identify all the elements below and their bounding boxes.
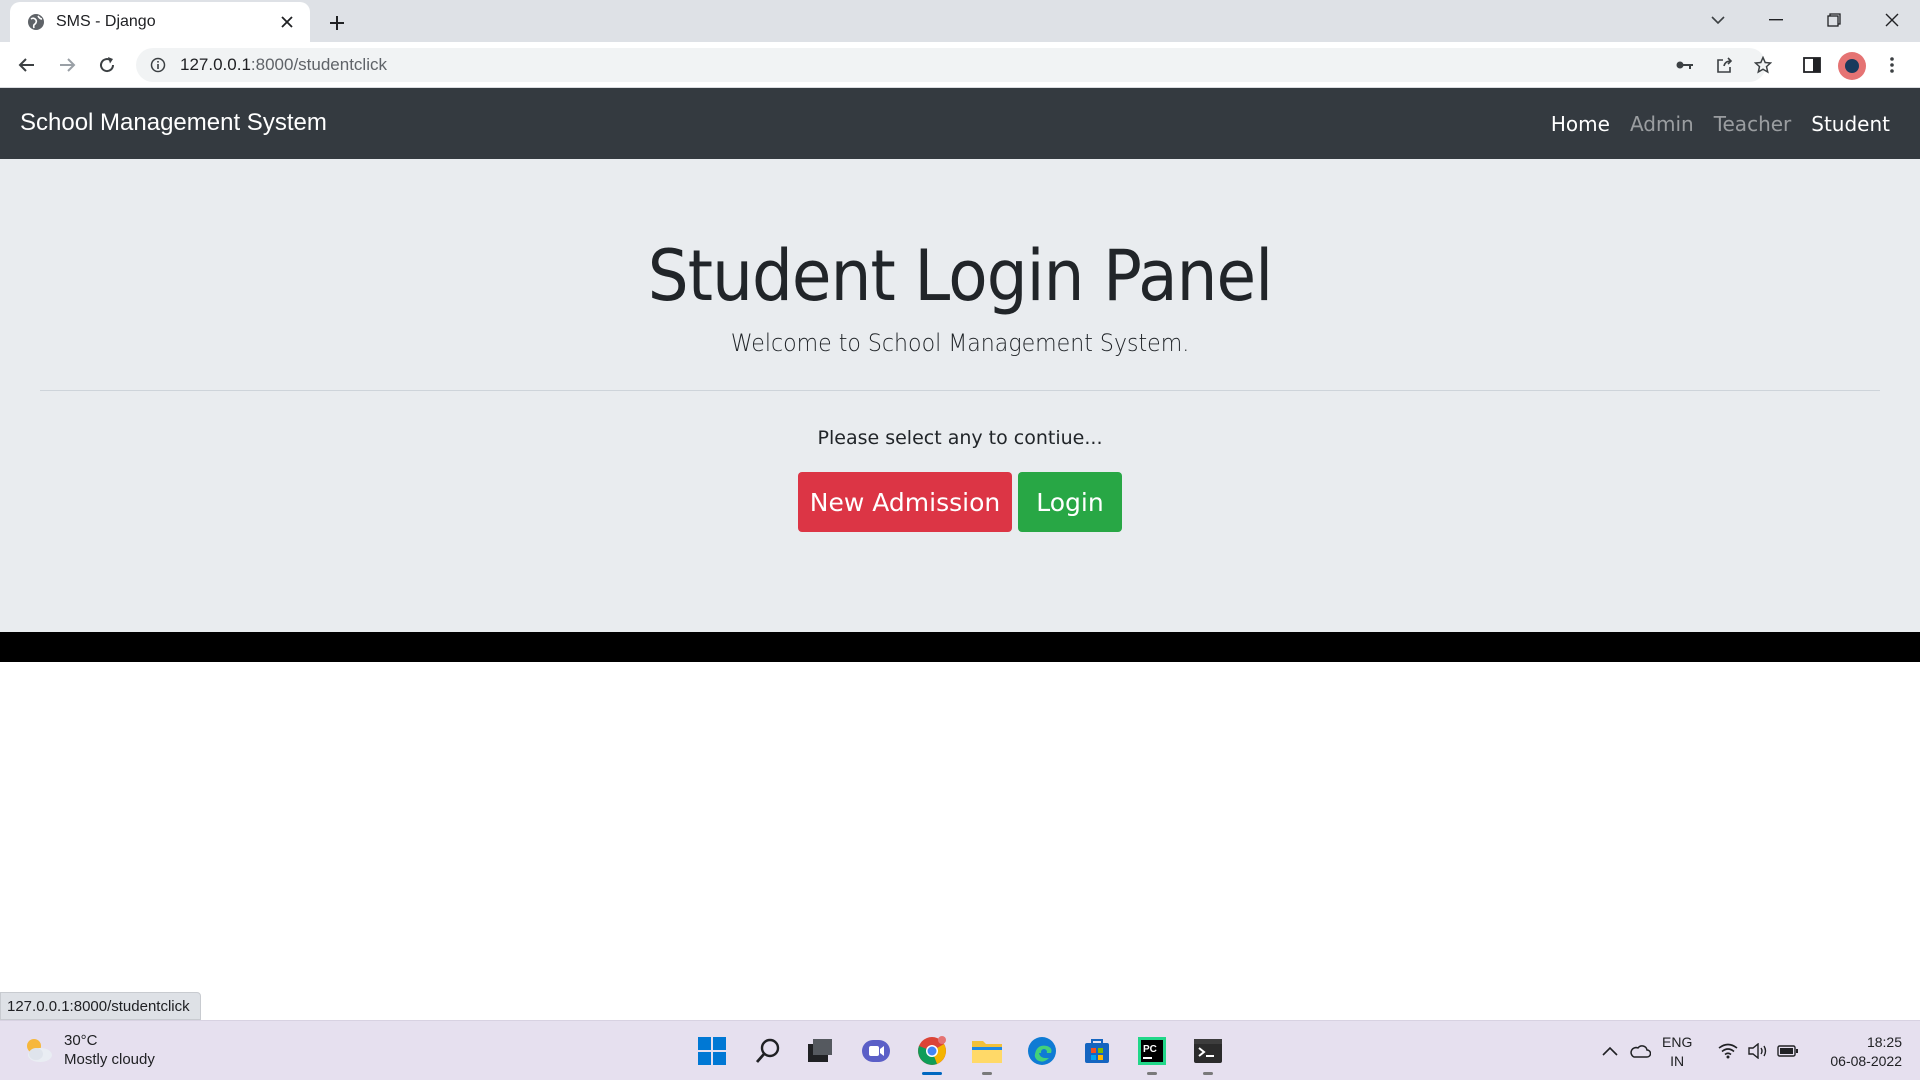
- jumbotron: Student Login Panel Welcome to School Ma…: [0, 159, 1920, 632]
- task-view-icon[interactable]: [800, 1031, 840, 1071]
- nav-link-admin[interactable]: Admin: [1630, 112, 1694, 136]
- new-admission-button[interactable]: New Admission: [798, 472, 1012, 532]
- chat-icon[interactable]: [856, 1031, 896, 1071]
- profile-avatar[interactable]: [1838, 52, 1866, 80]
- browser-tab[interactable]: SMS - Django: [10, 2, 310, 42]
- edge-icon[interactable]: [1022, 1031, 1062, 1071]
- weather-text: 30°C Mostly cloudy: [64, 1031, 155, 1069]
- reload-icon[interactable]: [91, 49, 123, 81]
- status-bubble-url: 127.0.0.1:8000/studentclick: [0, 992, 201, 1020]
- region-code: IN: [1670, 1053, 1685, 1069]
- pycharm-icon[interactable]: PC: [1132, 1031, 1172, 1075]
- partly-cloudy-icon: [27, 1039, 52, 1062]
- bookmark-star-icon[interactable]: [1746, 48, 1780, 82]
- weather-temp: 30°C: [64, 1032, 98, 1049]
- taskbar: 30°C Mostly cloudy PC ENG IN 18:25 06-08…: [0, 1020, 1920, 1080]
- nav-link-home[interactable]: Home: [1551, 112, 1610, 136]
- restore-icon[interactable]: [1806, 0, 1862, 40]
- page-title: Student Login Panel: [647, 235, 1273, 317]
- battery-icon[interactable]: [1776, 1031, 1800, 1071]
- navbar-links: Home Admin Teacher Student: [1551, 112, 1890, 136]
- navbar-brand[interactable]: School Management System: [20, 109, 327, 137]
- menu-kebab-icon[interactable]: [1876, 49, 1908, 81]
- chevron-up-icon[interactable]: [1598, 1031, 1622, 1071]
- system-clock[interactable]: 18:25 06-08-2022: [1812, 1033, 1902, 1071]
- close-window-icon[interactable]: [1864, 0, 1920, 40]
- info-icon[interactable]: [150, 57, 166, 73]
- active-indicator: [922, 1072, 942, 1075]
- share-icon[interactable]: [1708, 48, 1742, 82]
- file-explorer-icon[interactable]: [967, 1031, 1007, 1075]
- footer-bar: [0, 632, 1920, 662]
- onedrive-cloud-icon[interactable]: [1628, 1031, 1652, 1071]
- tab-search-icon[interactable]: [1690, 0, 1746, 40]
- chrome-icon[interactable]: [912, 1031, 952, 1075]
- close-tab-icon[interactable]: [276, 11, 298, 33]
- nav-link-teacher[interactable]: Teacher: [1714, 112, 1792, 136]
- minimize-icon[interactable]: [1748, 0, 1804, 40]
- select-prompt: Please select any to contiue...: [817, 427, 1103, 449]
- back-icon[interactable]: [11, 49, 43, 81]
- divider: [40, 390, 1880, 391]
- clock-date: 06-08-2022: [1830, 1053, 1902, 1069]
- site-navbar: School Management System Home Admin Teac…: [0, 88, 1920, 159]
- weather-desc: Mostly cloudy: [64, 1051, 155, 1068]
- volume-icon[interactable]: [1746, 1031, 1770, 1071]
- tab-title: SMS - Django: [56, 13, 156, 30]
- start-icon[interactable]: [692, 1031, 732, 1071]
- weather-widget[interactable]: 30°C Mostly cloudy: [22, 1031, 155, 1069]
- store-icon[interactable]: [1077, 1031, 1117, 1071]
- running-indicator: [1147, 1072, 1157, 1075]
- language-code: ENG: [1662, 1034, 1693, 1050]
- url-text: 127.0.0.1:8000/studentclick: [180, 55, 387, 75]
- language-indicator[interactable]: ENG IN: [1662, 1033, 1692, 1071]
- url-path: :8000/studentclick: [250, 55, 387, 74]
- password-key-icon[interactable]: [1668, 48, 1702, 82]
- url-host: 127.0.0.1: [180, 55, 251, 74]
- new-tab-button[interactable]: [322, 8, 352, 38]
- tab-strip: SMS - Django: [0, 0, 1920, 42]
- address-bar[interactable]: 127.0.0.1:8000/studentclick: [136, 48, 1772, 82]
- login-button[interactable]: Login: [1018, 472, 1122, 532]
- lead-text: Welcome to School Management System.: [730, 329, 1190, 357]
- wifi-icon[interactable]: [1716, 1031, 1740, 1071]
- globe-icon: [28, 14, 44, 30]
- svg-text:PC: PC: [1143, 1044, 1157, 1055]
- side-panel-icon[interactable]: [1796, 49, 1828, 81]
- browser-toolbar: 127.0.0.1:8000/studentclick: [0, 42, 1920, 88]
- running-indicator: [1203, 1072, 1213, 1075]
- nav-link-student[interactable]: Student: [1811, 112, 1890, 136]
- search-icon[interactable]: [748, 1031, 788, 1071]
- running-indicator: [982, 1072, 992, 1075]
- clock-time: 18:25: [1866, 1034, 1902, 1050]
- forward-icon[interactable]: [51, 49, 83, 81]
- terminal-icon[interactable]: [1188, 1031, 1228, 1075]
